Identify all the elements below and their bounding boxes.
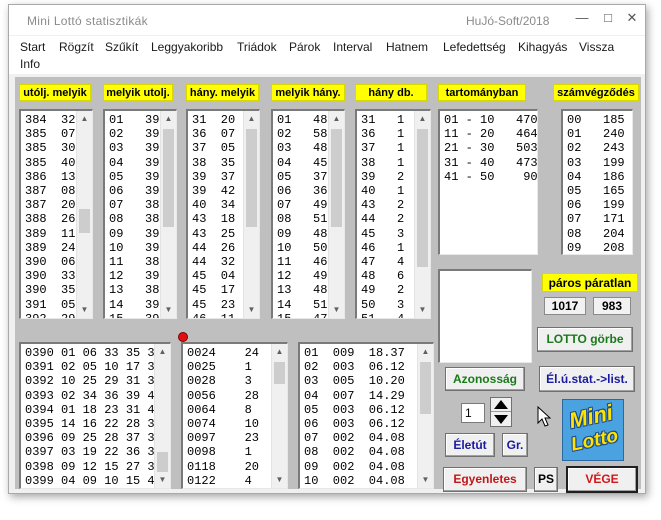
eletut-button[interactable]: Életút bbox=[445, 433, 495, 457]
list-pairs[interactable]: 01 009 18.37 02 003 06.12 03 005 10.20 0… bbox=[298, 342, 434, 489]
count-spinner[interactable] bbox=[490, 397, 512, 427]
scroll-up-icon[interactable]: ▲ bbox=[155, 344, 170, 360]
list-hany-melyik-text: 31 20 36 07 37 05 38 35 39 37 39 42 40 3… bbox=[192, 113, 236, 319]
scroll-thumb[interactable] bbox=[331, 129, 342, 227]
el-u-stat-button[interactable]: Él.ú.stat.->list. bbox=[539, 366, 635, 392]
status-dot bbox=[178, 332, 188, 342]
scroll-down-icon[interactable]: ▼ bbox=[155, 472, 170, 488]
scroll-up-icon[interactable]: ▲ bbox=[272, 344, 287, 360]
header-melyik-utolj: melyik utolj. bbox=[103, 84, 173, 101]
header-tartomanyban: tartományban bbox=[438, 84, 526, 101]
scroll-thumb[interactable] bbox=[420, 362, 431, 414]
menu-vissza[interactable]: Vissza bbox=[579, 40, 614, 54]
scroll-down-icon[interactable]: ▼ bbox=[77, 302, 92, 318]
menu-rogzit[interactable]: Rögzít bbox=[59, 40, 94, 54]
list-pairs-scrollbar[interactable]: ▲ ▼ bbox=[417, 344, 433, 488]
scroll-down-icon[interactable]: ▼ bbox=[418, 472, 433, 488]
menu-parok[interactable]: Párok bbox=[289, 40, 320, 54]
scroll-up-icon[interactable]: ▲ bbox=[418, 344, 433, 360]
menu-kihagyas[interactable]: Kihagyás bbox=[518, 40, 567, 54]
list-draws[interactable]: 0390 01 06 33 35 39 0391 02 05 10 17 31 … bbox=[19, 342, 171, 489]
scroll-up-icon[interactable]: ▲ bbox=[161, 111, 176, 127]
menu-leggyakoribb[interactable]: Leggyakoribb bbox=[151, 40, 223, 54]
menu-interval[interactable]: Interval bbox=[333, 40, 372, 54]
list-melyik-hany-scrollbar[interactable]: ▲ ▼ bbox=[328, 111, 344, 318]
mouse-pointer-icon bbox=[537, 406, 551, 427]
list-hany-db-scrollbar[interactable]: ▲ ▼ bbox=[414, 111, 430, 318]
menu-info[interactable]: Info bbox=[20, 57, 40, 71]
azonossag-button[interactable]: Azonosság bbox=[445, 367, 525, 391]
header-paros-paratlan: páros páratlan bbox=[542, 273, 638, 292]
header-melyik-hany: melyik hány. bbox=[271, 84, 345, 101]
menu-triadok[interactable]: Triádok bbox=[237, 40, 277, 54]
list-intervals-text: 0024 24 0025 1 0028 3 0056 28 0064 8 007… bbox=[187, 346, 260, 488]
scroll-thumb[interactable] bbox=[163, 129, 174, 227]
scroll-down-icon[interactable]: ▼ bbox=[161, 302, 176, 318]
header-szamvegzodes: számvégződés bbox=[553, 84, 639, 101]
list-tartomanyban-text: 01 - 10 470 11 - 20 464 21 - 30 503 31 -… bbox=[444, 113, 538, 184]
scroll-thumb[interactable] bbox=[274, 362, 285, 384]
list-pairs-text: 01 009 18.37 02 003 06.12 03 005 10.20 0… bbox=[304, 346, 405, 488]
list-szamvegzodes[interactable]: 00 185 01 240 02 243 03 199 04 186 05 16… bbox=[561, 109, 633, 255]
spin-down-icon[interactable] bbox=[491, 412, 511, 426]
list-melyik-hany-text: 01 48 02 58 03 48 04 45 05 37 06 36 07 4… bbox=[277, 113, 328, 319]
list-hany-melyik-scrollbar[interactable]: ▲ ▼ bbox=[243, 111, 259, 318]
header-hany-db: hány db. bbox=[355, 84, 427, 101]
scroll-thumb[interactable] bbox=[79, 209, 90, 233]
header-utolj-melyik: utólj. melyik bbox=[19, 84, 91, 101]
list-tartomanyban[interactable]: 01 - 10 470 11 - 20 464 21 - 30 503 31 -… bbox=[438, 109, 538, 255]
list-utolj-melyik-text: 384 32 385 07 385 30 385 40 386 13 387 0… bbox=[25, 113, 76, 319]
window-title: Mini Lottó statisztikák bbox=[27, 14, 148, 28]
scroll-up-icon[interactable]: ▲ bbox=[244, 111, 259, 127]
mini-lotto-logo: Mini Lotto bbox=[562, 399, 624, 461]
preview-box bbox=[438, 269, 532, 363]
scroll-thumb[interactable] bbox=[417, 129, 428, 267]
ps-button[interactable]: PS bbox=[534, 467, 558, 492]
header-hany-melyik: hány. melyik bbox=[186, 84, 259, 101]
count-spinner-input[interactable]: 1 bbox=[461, 403, 485, 423]
menu-start[interactable]: Start bbox=[20, 40, 45, 54]
list-intervals[interactable]: 0024 24 0025 1 0028 3 0056 28 0064 8 007… bbox=[181, 342, 288, 489]
scroll-down-icon[interactable]: ▼ bbox=[329, 302, 344, 318]
list-draws-scrollbar[interactable]: ▲ ▼ bbox=[154, 344, 170, 488]
menu-bar: Start Rögzít Szűkít Leggyakoribb Triádok… bbox=[9, 36, 645, 74]
list-szamvegzodes-text: 00 185 01 240 02 243 03 199 04 186 05 16… bbox=[567, 113, 625, 255]
paros-count: 1017 bbox=[544, 297, 586, 315]
window-credit: HuJó-Soft/2018 bbox=[466, 14, 550, 28]
scroll-thumb[interactable] bbox=[246, 129, 257, 227]
scroll-up-icon[interactable]: ▲ bbox=[77, 111, 92, 127]
list-draws-text: 0390 01 06 33 35 39 0391 02 05 10 17 31 … bbox=[25, 346, 162, 488]
menu-lefedettseg[interactable]: Lefedettség bbox=[443, 40, 506, 54]
maximize-icon[interactable]: □ bbox=[595, 7, 621, 29]
list-melyik-utolj-text: 01 394 02 393 03 397 04 399 05 391 06 39… bbox=[109, 113, 167, 319]
vege-button[interactable]: VÉGE bbox=[566, 466, 638, 493]
scroll-down-icon[interactable]: ▼ bbox=[244, 302, 259, 318]
scroll-up-icon[interactable]: ▲ bbox=[415, 111, 430, 127]
scroll-up-icon[interactable]: ▲ bbox=[329, 111, 344, 127]
paratlan-count: 983 bbox=[593, 297, 631, 315]
list-melyik-utolj-scrollbar[interactable]: ▲ ▼ bbox=[160, 111, 176, 318]
title-bar: Mini Lottó statisztikák HuJó-Soft/2018 —… bbox=[9, 5, 645, 35]
list-utolj-melyik[interactable]: 384 32 385 07 385 30 385 40 386 13 387 0… bbox=[19, 109, 93, 319]
list-hany-melyik[interactable]: 31 20 36 07 37 05 38 35 39 37 39 42 40 3… bbox=[186, 109, 260, 319]
scroll-down-icon[interactable]: ▼ bbox=[272, 472, 287, 488]
list-utolj-melyik-scrollbar[interactable]: ▲ ▼ bbox=[76, 111, 92, 318]
scroll-thumb[interactable] bbox=[157, 452, 168, 472]
spin-up-icon[interactable] bbox=[491, 398, 511, 412]
menu-szukit[interactable]: Szűkít bbox=[105, 40, 138, 54]
lotto-gorbe-button[interactable]: LOTTO görbe bbox=[537, 327, 633, 352]
minimize-icon[interactable]: — bbox=[569, 7, 595, 29]
scroll-down-icon[interactable]: ▼ bbox=[415, 302, 430, 318]
list-melyik-hany[interactable]: 01 48 02 58 03 48 04 45 05 37 06 36 07 4… bbox=[271, 109, 345, 319]
list-hany-db[interactable]: 31 1 36 1 37 1 38 1 39 2 40 1 43 2 44 2 … bbox=[355, 109, 431, 319]
close-icon[interactable]: ✕ bbox=[619, 7, 645, 29]
list-melyik-utolj[interactable]: 01 394 02 393 03 397 04 399 05 391 06 39… bbox=[103, 109, 177, 319]
list-intervals-scrollbar[interactable]: ▲ ▼ bbox=[271, 344, 287, 488]
gr-button[interactable]: Gr. bbox=[502, 433, 528, 457]
egyenletes-button[interactable]: Egyenletes bbox=[443, 467, 527, 492]
menu-hatnem[interactable]: Hatnem bbox=[386, 40, 428, 54]
list-hany-db-text: 31 1 36 1 37 1 38 1 39 2 40 1 43 2 44 2 … bbox=[361, 113, 405, 319]
